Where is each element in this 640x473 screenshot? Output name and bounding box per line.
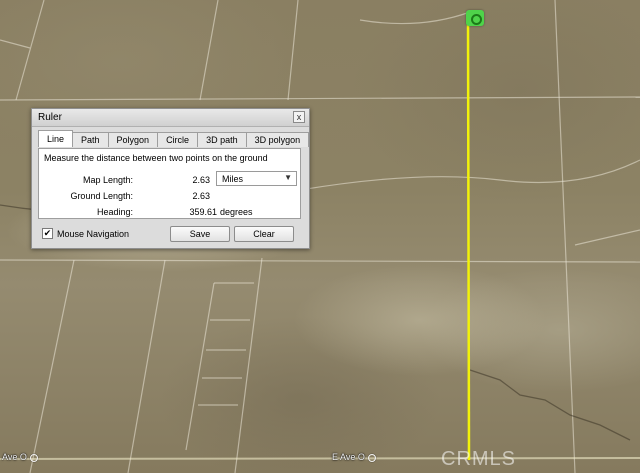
road-label-center: E Ave O	[332, 452, 376, 462]
panel-description: Measure the distance between two points …	[44, 153, 268, 163]
save-button[interactable]: Save	[170, 226, 230, 242]
ground-length-label: Ground Length:	[70, 191, 133, 201]
tab-3d-polygon[interactable]: 3D polygon	[245, 132, 310, 147]
road-pin-icon	[29, 453, 38, 462]
heading-value: 359.61	[189, 207, 217, 217]
map-length-label: Map Length:	[82, 175, 133, 185]
tab-line[interactable]: Line	[38, 130, 74, 147]
tab-path[interactable]: Path	[72, 132, 109, 147]
road-label-left: Ave O	[2, 452, 38, 462]
measure-endpoint-icon[interactable]	[466, 10, 484, 26]
heading-unit: degrees	[220, 207, 253, 217]
measure-line	[466, 17, 471, 461]
ruler-dialog: Ruler x Line Path Polygon Circle 3D path…	[31, 108, 310, 249]
dialog-footer: ✔ Mouse Navigation Save Clear	[38, 226, 301, 244]
mouse-navigation-label: Mouse Navigation	[57, 229, 130, 239]
unit-select-value: Miles	[222, 174, 244, 184]
mouse-navigation-checkbox[interactable]: ✔	[42, 228, 53, 239]
watermark: CRMLS	[441, 448, 517, 470]
tab-polygon[interactable]: Polygon	[107, 132, 159, 147]
dialog-titlebar[interactable]: Ruler x	[32, 109, 309, 127]
map-length-value: 2.63	[192, 175, 210, 185]
heading-label: Heading:	[96, 207, 133, 217]
clear-button[interactable]: Clear	[234, 226, 294, 242]
dialog-title: Ruler	[38, 112, 62, 123]
ruler-tabs: Line Path Polygon Circle 3D path 3D poly…	[38, 130, 310, 148]
unit-select[interactable]: Miles ▼	[216, 171, 297, 186]
line-panel: Measure the distance between two points …	[38, 148, 301, 219]
tab-circle[interactable]: Circle	[157, 132, 199, 147]
close-button[interactable]: x	[293, 111, 305, 123]
chevron-down-icon: ▼	[284, 173, 292, 182]
tab-3d-path[interactable]: 3D path	[197, 132, 247, 147]
road-pin-icon	[367, 453, 376, 462]
ground-length-value: 2.63	[192, 191, 210, 201]
